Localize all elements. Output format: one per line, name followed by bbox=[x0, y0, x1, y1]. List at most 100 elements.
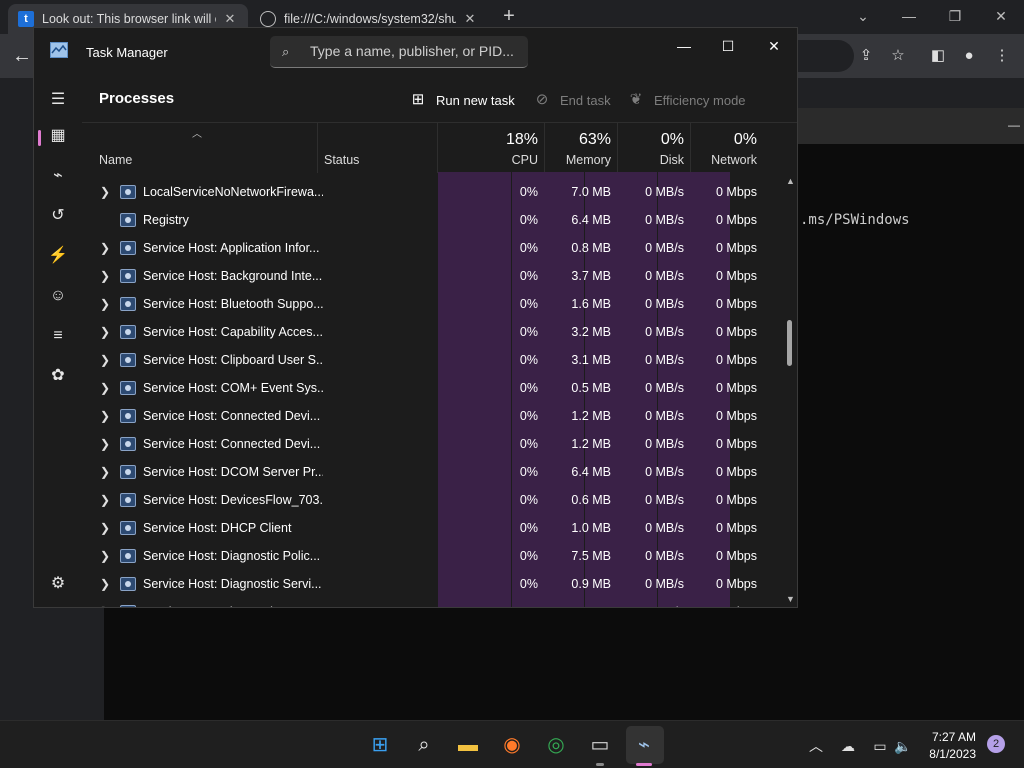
table-row[interactable]: Registry 0% 6.4 MB 0 MB/s 0 Mbps bbox=[82, 206, 762, 234]
chevron-right-icon[interactable]: ❯ bbox=[99, 409, 111, 423]
minimize-button[interactable]: — bbox=[662, 32, 706, 60]
chevron-right-icon[interactable]: ❯ bbox=[99, 521, 111, 535]
cpu-value: 0% bbox=[519, 381, 538, 395]
browser-minimize-button[interactable]: — bbox=[886, 2, 932, 30]
profile-icon[interactable]: ● bbox=[957, 44, 981, 68]
table-row[interactable]: ❯ Service Host: DHCP Client 0% 1.0 MB 0 MB/s… bbox=[82, 514, 762, 542]
star-icon[interactable]: ☆ bbox=[886, 44, 910, 68]
browser-restore-button[interactable]: ❐ bbox=[932, 2, 978, 30]
table-row[interactable]: ❯ Service Host: Diagnostic Syste... 0% 0.6 … bbox=[82, 598, 762, 607]
file-explorer-icon[interactable]: ▬ bbox=[454, 731, 482, 759]
cpu-value: 0% bbox=[519, 409, 538, 423]
nav-details-icon[interactable]: ≡ bbox=[42, 320, 74, 352]
end-task-button[interactable]: ⊘ End task bbox=[532, 88, 611, 112]
efficiency-mode-button[interactable]: ❦ Efficiency mode bbox=[626, 88, 746, 112]
tab-search-chevron-icon[interactable]: ⌄ bbox=[840, 2, 886, 30]
table-row[interactable]: ❯ Service Host: Application Infor... 0% 0.8… bbox=[82, 234, 762, 262]
clock-time[interactable]: 7:27 AM bbox=[918, 730, 976, 744]
cpu-value: 0% bbox=[519, 213, 538, 227]
chevron-right-icon[interactable]: ❯ bbox=[99, 353, 111, 367]
disk-value: 0 MB/s bbox=[645, 185, 684, 199]
chevron-right-icon[interactable]: ❯ bbox=[99, 577, 111, 591]
chevron-right-icon[interactable]: ❯ bbox=[99, 241, 111, 255]
scroll-down-arrow-icon[interactable]: ▼ bbox=[786, 594, 796, 604]
run-new-task-button[interactable]: ⊞ Run new task bbox=[408, 88, 515, 112]
nav-users-icon[interactable]: ☺ bbox=[42, 280, 74, 312]
search-input[interactable] bbox=[310, 36, 520, 66]
column-cpu-header[interactable]: CPU bbox=[472, 153, 538, 167]
chevron-right-icon[interactable]: ❯ bbox=[99, 549, 111, 563]
column-disk-header[interactable]: Disk bbox=[621, 153, 684, 167]
terminal-icon[interactable]: ▭ bbox=[586, 731, 614, 759]
table-row[interactable]: ❯ LocalServiceNoNetworkFirewa... 0% 7.0 MB 0… bbox=[82, 178, 762, 206]
maximize-button[interactable]: ☐ bbox=[706, 32, 750, 60]
start-windows-icon[interactable]: ⊞ bbox=[366, 731, 394, 759]
table-row[interactable]: ❯ Service Host: Clipboard User S... 0% 3.1 … bbox=[82, 346, 762, 374]
process-name: Service Host: Capability Acces... bbox=[143, 325, 323, 339]
chevron-right-icon[interactable]: ❯ bbox=[99, 269, 111, 283]
search-box[interactable]: ⌕ bbox=[270, 36, 528, 68]
clock-date[interactable]: 8/1/2023 bbox=[918, 747, 976, 761]
share-icon[interactable]: ⇪ bbox=[854, 44, 878, 68]
table-row[interactable]: ❯ Service Host: DCOM Server Pr... 0% 6.4 MB… bbox=[82, 458, 762, 486]
nav-app-history-icon[interactable]: ↺ bbox=[42, 200, 74, 232]
sidebar-icon[interactable]: ◧ bbox=[926, 44, 950, 68]
table-row[interactable]: ❯ Service Host: Bluetooth Suppo... 0% 1.6 M… bbox=[82, 290, 762, 318]
table-row[interactable]: ❯ Service Host: Background Inte... 0% 3.7 M… bbox=[82, 262, 762, 290]
chevron-right-icon[interactable]: ❯ bbox=[99, 465, 111, 479]
close-icon[interactable]: ✕ bbox=[222, 11, 238, 27]
settings-gear-icon[interactable]: ⚙ bbox=[42, 568, 74, 600]
menu-kebab-icon[interactable]: ⋮ bbox=[990, 44, 1014, 68]
column-status-header[interactable]: Status bbox=[324, 153, 359, 167]
network-icon[interactable]: ▭ bbox=[870, 736, 890, 756]
sort-caret-icon[interactable]: ︿ bbox=[192, 125, 202, 140]
process-name: Service Host: Application Infor... bbox=[143, 241, 320, 255]
scroll-up-arrow-icon[interactable]: ▲ bbox=[786, 176, 796, 186]
chrome-icon[interactable]: ◎ bbox=[542, 731, 570, 759]
task-manager-titlebar: Task Manager ⌕ — ☐ ✕ bbox=[34, 28, 797, 76]
scrollbar-thumb[interactable] bbox=[787, 320, 792, 366]
end-task-icon: ⊘ bbox=[535, 91, 549, 108]
hamburger-menu-icon[interactable]: ☰ bbox=[42, 84, 74, 116]
chevron-right-icon[interactable]: ❯ bbox=[99, 381, 111, 395]
nav-startup-apps-icon[interactable]: ⚡ bbox=[42, 240, 74, 272]
close-icon[interactable]: ✕ bbox=[462, 11, 478, 27]
chevron-right-icon[interactable]: ❯ bbox=[99, 325, 111, 339]
table-row[interactable]: ❯ Service Host: COM+ Event Sys... 0% 0.5 MB… bbox=[82, 374, 762, 402]
onedrive-offline-icon[interactable]: ☁ bbox=[838, 736, 858, 756]
memory-value: 0.5 MB bbox=[571, 381, 611, 395]
table-row[interactable]: ❯ Service Host: Connected Devi... 0% 1.2 MB… bbox=[82, 402, 762, 430]
nav-processes-icon[interactable]: ▦ bbox=[42, 120, 74, 152]
process-name: Service Host: Clipboard User S... bbox=[143, 353, 323, 367]
terminal-minimize-icon[interactable]: — bbox=[1008, 118, 1022, 132]
browser-close-button[interactable]: ✕ bbox=[978, 2, 1024, 30]
back-arrow-icon[interactable]: ← bbox=[8, 42, 36, 70]
table-row[interactable]: ❯ Service Host: Diagnostic Servi... 0% 0.9 … bbox=[82, 570, 762, 598]
table-row[interactable]: ❯ Service Host: DevicesFlow_703... 0% 0.6 M… bbox=[82, 486, 762, 514]
address-bar[interactable] bbox=[798, 40, 854, 72]
nav-performance-icon[interactable]: ⌁ bbox=[42, 160, 74, 192]
network-value: 0 Mbps bbox=[716, 437, 757, 451]
new-tab-button[interactable]: + bbox=[498, 6, 520, 28]
chevron-right-icon[interactable]: ❯ bbox=[99, 605, 111, 607]
table-row[interactable]: ❯ Service Host: Diagnostic Polic... 0% 7.5 … bbox=[82, 542, 762, 570]
search-icon[interactable]: ⌕ bbox=[410, 731, 438, 759]
chevron-right-icon[interactable]: ❯ bbox=[99, 185, 111, 199]
column-divider bbox=[617, 123, 618, 173]
chevron-right-icon[interactable]: ❯ bbox=[99, 493, 111, 507]
column-memory-header[interactable]: Memory bbox=[548, 153, 611, 167]
disk-value: 0 MB/s bbox=[645, 521, 684, 535]
table-row[interactable]: ❯ Service Host: Connected Devi... 0% 1.2 MB… bbox=[82, 430, 762, 458]
notification-badge[interactable]: 2 bbox=[987, 735, 1005, 753]
column-name-header[interactable]: Name bbox=[99, 153, 132, 167]
table-row[interactable]: ❯ Service Host: Capability Acces... 0% 3.2 … bbox=[82, 318, 762, 346]
firefox-icon[interactable]: ◉ bbox=[498, 731, 526, 759]
task-manager-icon[interactable]: ⌁ bbox=[630, 731, 658, 759]
close-button[interactable]: ✕ bbox=[752, 32, 796, 60]
volume-icon[interactable]: 🔈 bbox=[893, 736, 913, 756]
chevron-right-icon[interactable]: ❯ bbox=[99, 297, 111, 311]
chevron-right-icon[interactable]: ❯ bbox=[99, 437, 111, 451]
nav-services-icon[interactable]: ✿ bbox=[42, 360, 74, 392]
chevron-up-icon[interactable]: ︿ bbox=[806, 736, 826, 756]
column-network-header[interactable]: Network bbox=[694, 153, 757, 167]
